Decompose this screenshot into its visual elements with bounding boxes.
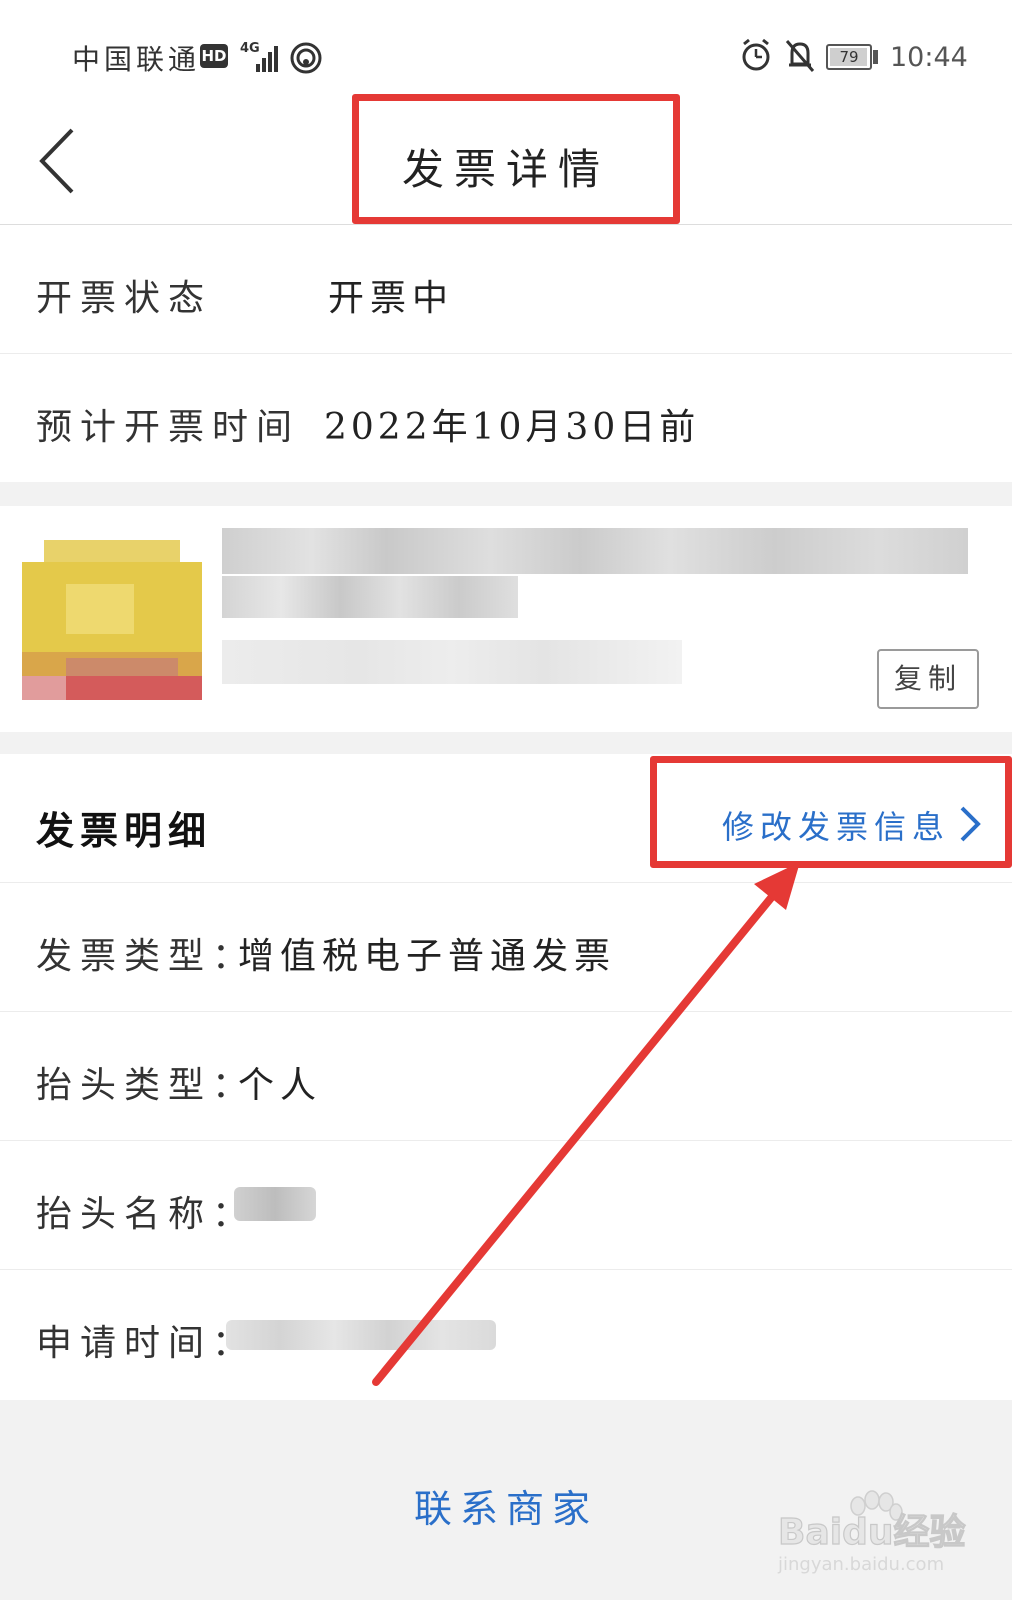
network-type-label: 4G [240,41,260,56]
edit-link-highlight-box [650,756,1012,868]
detail-row-label: 申请时间： [36,1323,257,1364]
battery-icon: 79 [826,44,872,70]
details-section-title: 发票明细 [36,808,213,853]
status-label: 开票状态 [36,278,213,319]
merchant-name-blur [222,528,968,574]
status-bar: 中国联通 HD 4G 79 10:44 [0,0,1012,100]
title-highlight-box [352,94,680,224]
eta-label: 预计开票时间 [36,407,301,448]
merchant-card [0,506,1012,732]
section-gap [0,482,1012,506]
apply-time-blur [226,1320,496,1350]
battery-tip [873,50,878,64]
alarm-icon [742,38,770,71]
detail-row: 抬头类型： 个人 [0,1012,1012,1141]
hd-badge: HD [200,44,228,68]
watermark-url: jingyan.baidu.com [777,1554,944,1575]
detail-row-label: 发票类型： [36,936,257,977]
detail-row: 申请时间： [0,1270,1012,1400]
clock: 10:44 [890,42,968,73]
eta-row: 预计开票时间 2022年10月30日前 [0,354,1012,482]
merchant-logo [22,540,202,700]
mute-notification-icon [785,40,815,72]
copy-button[interactable]: 复制 [877,649,979,709]
eta-value: 2022年10月30日前 [324,407,700,448]
detail-row-value: 增值税电子普通发票 [238,936,617,977]
merchant-name-blur-line2 [222,576,518,618]
detail-row: 发票类型： 增值税电子普通发票 [0,883,1012,1012]
carrier-name: 中国联通 [72,43,201,76]
status-value: 开票中 [328,278,455,319]
watermark-brand: Baidu经验 [778,1512,965,1553]
signal-icon: 4G [240,41,322,74]
baidu-watermark: Baidu经验 jingyan.baidu.com [776,1488,996,1582]
invoice-status-row: 开票状态 开票中 [0,225,1012,354]
battery-level: 79 [839,48,859,66]
detail-row: 抬头名称： [0,1141,1012,1270]
merchant-info-blur [222,640,682,684]
detail-row-label: 抬头类型： [36,1065,257,1106]
detail-row-label: 抬头名称： [36,1194,257,1235]
section-gap-2 [0,732,1012,754]
header-name-blur [234,1187,316,1221]
baidu-paw-logo: Baidu经验 jingyan.baidu.com [777,1490,966,1575]
detail-row-value: 个人 [238,1065,323,1106]
